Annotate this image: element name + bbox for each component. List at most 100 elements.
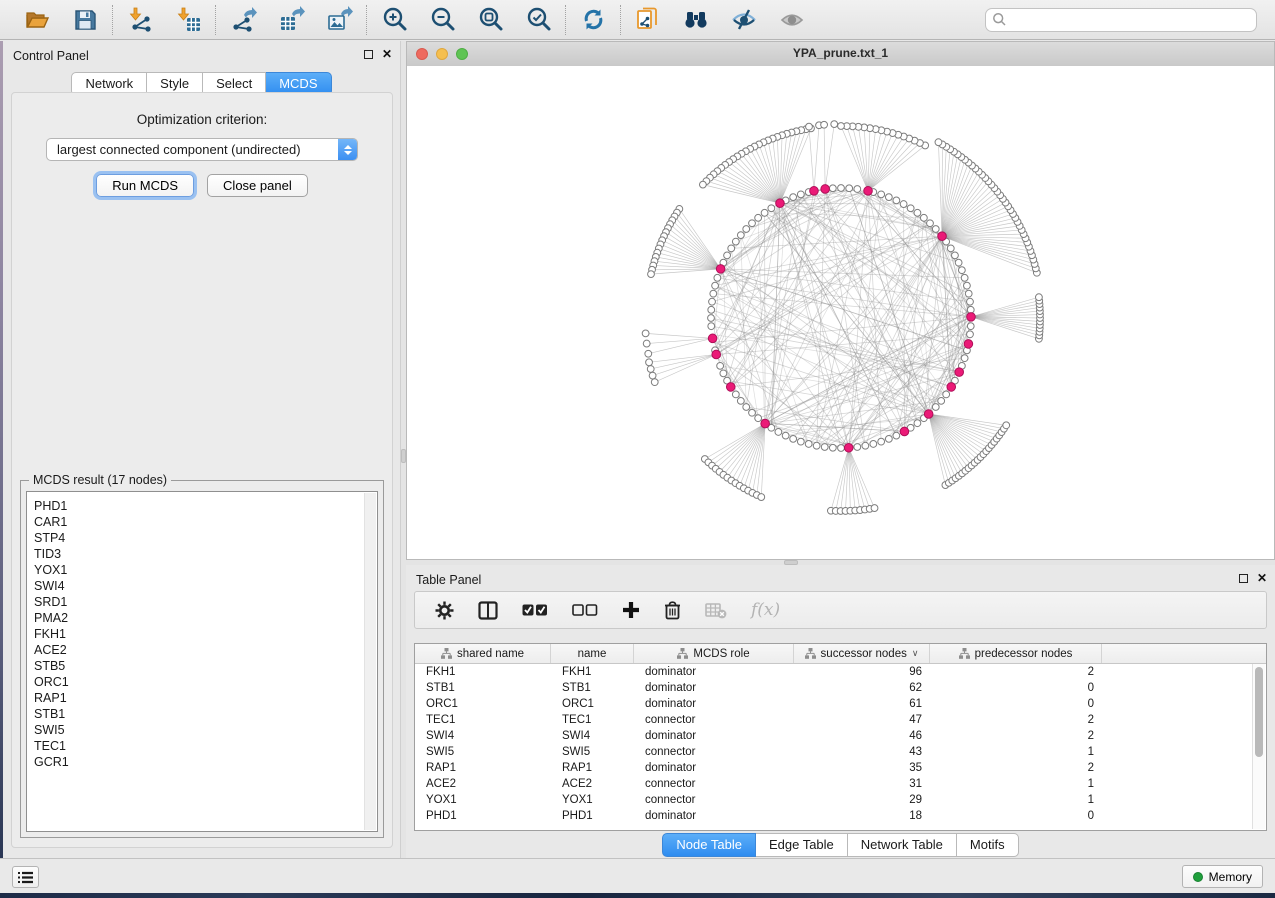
graph-node[interactable] bbox=[805, 441, 812, 448]
close-panel-icon[interactable]: ✕ bbox=[382, 48, 392, 60]
mcds-result-item[interactable]: PMA2 bbox=[34, 610, 377, 626]
graph-node[interactable] bbox=[932, 404, 939, 411]
zoom-selected-button[interactable] bbox=[524, 6, 552, 34]
graph-node[interactable] bbox=[947, 245, 954, 252]
graph-hub-node-selected[interactable] bbox=[955, 368, 964, 377]
hide-selected-button[interactable] bbox=[730, 6, 758, 34]
graph-node[interactable] bbox=[782, 432, 789, 439]
graph-node[interactable] bbox=[927, 220, 934, 227]
apply-layout-button[interactable] bbox=[579, 6, 607, 34]
graph-leaf-node[interactable] bbox=[647, 366, 654, 373]
graph-hub-node-selected[interactable] bbox=[900, 427, 909, 436]
criterion-dropdown[interactable]: largest connected component (undirected) bbox=[46, 138, 358, 161]
graph-node[interactable] bbox=[829, 185, 836, 192]
mcds-result-item[interactable]: SWI5 bbox=[34, 722, 377, 738]
mcds-result-list[interactable]: PHD1CAR1STP4TID3YOX1SWI4SRD1PMA2FKH1ACE2… bbox=[26, 491, 378, 832]
graph-leaf-node[interactable] bbox=[831, 121, 838, 128]
graph-node[interactable] bbox=[967, 331, 974, 338]
graph-leaf-node[interactable] bbox=[838, 123, 845, 130]
graph-node[interactable] bbox=[709, 298, 716, 305]
graph-node[interactable] bbox=[914, 209, 921, 216]
mcds-result-item[interactable]: SWI4 bbox=[34, 578, 377, 594]
graph-node[interactable] bbox=[790, 435, 797, 442]
new-network-from-selection-button[interactable] bbox=[634, 6, 662, 34]
graph-node[interactable] bbox=[743, 404, 750, 411]
add-column-button[interactable] bbox=[622, 601, 640, 619]
graph-node[interactable] bbox=[821, 444, 828, 451]
graph-leaf-node[interactable] bbox=[646, 359, 653, 366]
zoom-fit-button[interactable] bbox=[476, 6, 504, 34]
import-network-button[interactable] bbox=[126, 6, 154, 34]
network-canvas[interactable] bbox=[407, 66, 1274, 559]
graph-leaf-node[interactable] bbox=[642, 330, 649, 337]
mcds-result-item[interactable]: STP4 bbox=[34, 530, 377, 546]
graph-leaf-node[interactable] bbox=[935, 139, 942, 146]
graph-node[interactable] bbox=[708, 315, 715, 322]
graph-node[interactable] bbox=[838, 185, 845, 192]
table-scrollbar[interactable] bbox=[1252, 664, 1265, 829]
run-mcds-button[interactable]: Run MCDS bbox=[96, 174, 194, 197]
graph-node[interactable] bbox=[737, 397, 744, 404]
graph-node[interactable] bbox=[878, 438, 885, 445]
first-neighbors-button[interactable] bbox=[682, 6, 710, 34]
column-header-name[interactable]: name bbox=[551, 644, 634, 663]
graph-node[interactable] bbox=[749, 409, 756, 416]
delete-column-button[interactable] bbox=[664, 601, 681, 620]
table-row[interactable]: SWI4SWI4dominator462 bbox=[415, 728, 1266, 744]
mcds-result-item[interactable]: YOX1 bbox=[34, 562, 377, 578]
graph-leaf-node[interactable] bbox=[645, 350, 652, 357]
graph-node[interactable] bbox=[749, 220, 756, 227]
graph-node[interactable] bbox=[720, 370, 727, 377]
graph-leaf-node[interactable] bbox=[871, 505, 878, 512]
function-builder-button[interactable]: f(x) bbox=[751, 600, 780, 620]
graph-node[interactable] bbox=[797, 438, 804, 445]
graph-hub-node-selected[interactable] bbox=[864, 187, 873, 196]
save-session-button[interactable] bbox=[71, 6, 99, 34]
graph-node[interactable] bbox=[862, 442, 869, 449]
column-header-successor-nodes[interactable]: successor nodes∨ bbox=[794, 644, 930, 663]
table-row[interactable]: TEC1TEC1connector472 bbox=[415, 712, 1266, 728]
zoom-in-button[interactable] bbox=[380, 6, 408, 34]
select-all-button[interactable] bbox=[522, 603, 548, 617]
column-header-shared-name[interactable]: shared name bbox=[415, 644, 551, 663]
mcds-result-item[interactable]: PHD1 bbox=[34, 498, 377, 514]
mcds-result-item[interactable]: STB5 bbox=[34, 658, 377, 674]
graph-node[interactable] bbox=[743, 226, 750, 233]
graph-node[interactable] bbox=[893, 197, 900, 204]
graph-node[interactable] bbox=[714, 274, 721, 281]
graph-hub-node-selected[interactable] bbox=[726, 383, 735, 392]
mcds-result-item[interactable]: TEC1 bbox=[34, 738, 377, 754]
close-panel-button[interactable]: Close panel bbox=[207, 174, 308, 197]
graph-node[interactable] bbox=[708, 323, 715, 330]
graph-node[interactable] bbox=[870, 441, 877, 448]
mcds-result-item[interactable]: CAR1 bbox=[34, 514, 377, 530]
graph-hub-node-selected[interactable] bbox=[924, 410, 933, 419]
memory-button[interactable]: Memory bbox=[1182, 865, 1263, 888]
graph-node[interactable] bbox=[967, 298, 974, 305]
result-list-scrollbar[interactable] bbox=[364, 493, 376, 830]
graph-node[interactable] bbox=[790, 194, 797, 201]
graph-hub-node-selected[interactable] bbox=[947, 383, 956, 392]
graph-node[interactable] bbox=[893, 432, 900, 439]
tab-node-table[interactable]: Node Table bbox=[662, 833, 756, 857]
graph-leaf-node[interactable] bbox=[821, 121, 828, 128]
mcds-result-item[interactable]: GCR1 bbox=[34, 754, 377, 770]
graph-node[interactable] bbox=[967, 323, 974, 330]
close-table-panel-icon[interactable]: ✕ bbox=[1257, 572, 1267, 584]
graph-node[interactable] bbox=[952, 252, 959, 259]
mcds-result-item[interactable]: SRD1 bbox=[34, 594, 377, 610]
graph-node[interactable] bbox=[813, 442, 820, 449]
tab-network-table[interactable]: Network Table bbox=[848, 833, 957, 857]
graph-node[interactable] bbox=[961, 355, 968, 362]
graph-node[interactable] bbox=[732, 238, 739, 245]
table-row[interactable]: PHD1PHD1dominator180 bbox=[415, 808, 1266, 824]
graph-leaf-node[interactable] bbox=[1003, 422, 1010, 429]
graph-leaf-node[interactable] bbox=[643, 340, 650, 347]
graph-leaf-node[interactable] bbox=[648, 271, 655, 278]
graph-node[interactable] bbox=[737, 232, 744, 239]
graph-hub-node-selected[interactable] bbox=[938, 232, 947, 241]
graph-leaf-node[interactable] bbox=[651, 379, 658, 386]
graph-node[interactable] bbox=[761, 209, 768, 216]
float-panel-icon[interactable] bbox=[364, 50, 373, 59]
graph-node[interactable] bbox=[755, 214, 762, 221]
